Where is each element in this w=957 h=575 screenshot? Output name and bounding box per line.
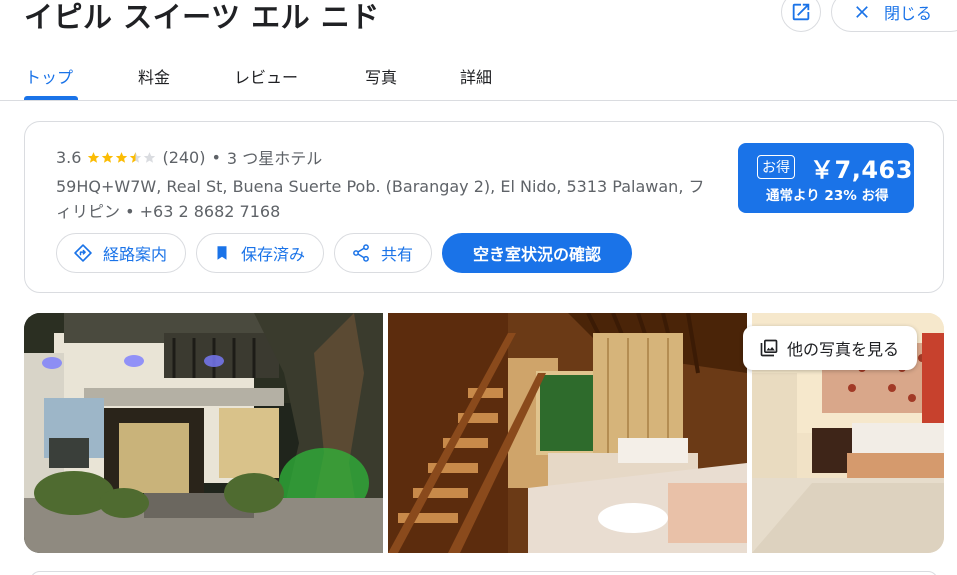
directions-label: 経路案内 (103, 245, 168, 264)
empty-star-icon (144, 151, 156, 163)
hotel-class: 3 つ星ホテル (226, 149, 323, 168)
separator-dot: • (211, 147, 221, 167)
close-button[interactable]: 閉じる (831, 0, 957, 32)
tab-bar: トップ 料金 レビュー 写真 詳細 (0, 56, 957, 101)
hotel-summary-card: 3.6 (240) • 3 つ星ホテル 59HQ+W7W, Real St, B… (24, 121, 944, 293)
share-icon (353, 244, 369, 262)
deal-badge: お得 (757, 155, 795, 179)
saved-label: 保存済み (241, 245, 306, 264)
price-saving: 通常より 23% お得 (766, 188, 889, 204)
star-icon (88, 151, 100, 163)
tab-reviews[interactable]: レビュー (234, 64, 298, 88)
next-section-card (30, 571, 938, 575)
close-label: 閉じる (884, 4, 933, 23)
tab-details[interactable]: 詳細 (460, 64, 492, 88)
open-external-button[interactable] (781, 0, 821, 32)
directions-button[interactable]: 経路案内 (56, 233, 187, 273)
price-button[interactable]: お得 ￥7,463 通常より 23% お得 (738, 143, 914, 213)
price-amount: ￥7,463 (810, 156, 913, 184)
star-icon (116, 151, 128, 163)
tab-prices[interactable]: 料金 (138, 64, 170, 88)
review-count[interactable]: (240) (162, 148, 205, 167)
close-icon (856, 6, 868, 18)
more-photos-button[interactable]: 他の写真を見る (743, 326, 918, 370)
tab-photos[interactable]: 写真 (365, 64, 397, 88)
star-rating (87, 151, 156, 164)
photo-library-icon (760, 339, 778, 357)
share-label: 共有 (381, 245, 414, 264)
active-tab-indicator (24, 96, 78, 100)
half-star-icon (130, 151, 142, 163)
action-buttons: 経路案内 保存済み 共有 空き室状況の確認 (56, 233, 633, 273)
rating-line: 3.6 (240) • 3 つ星ホテル (56, 145, 322, 169)
hotel-address: 59HQ+W7W, Real St, Buena Suerte Pob. (Ba… (56, 177, 705, 221)
saved-button[interactable]: 保存済み (196, 233, 325, 273)
photo-exterior[interactable] (24, 313, 383, 553)
open-external-icon (792, 3, 810, 21)
hotel-title: イピル スイーツ エル ニド (24, 0, 380, 34)
photo-loft-room[interactable] (388, 313, 747, 553)
share-button[interactable]: 共有 (334, 233, 433, 273)
check-availability-button[interactable]: 空き室状況の確認 (442, 233, 633, 273)
bookmark-icon (217, 246, 227, 260)
tab-top[interactable]: トップ (25, 64, 73, 88)
rating-score: 3.6 (56, 147, 82, 167)
more-photos-label: 他の写真を見る (787, 340, 900, 359)
star-icon (102, 151, 114, 163)
directions-icon (74, 244, 92, 262)
